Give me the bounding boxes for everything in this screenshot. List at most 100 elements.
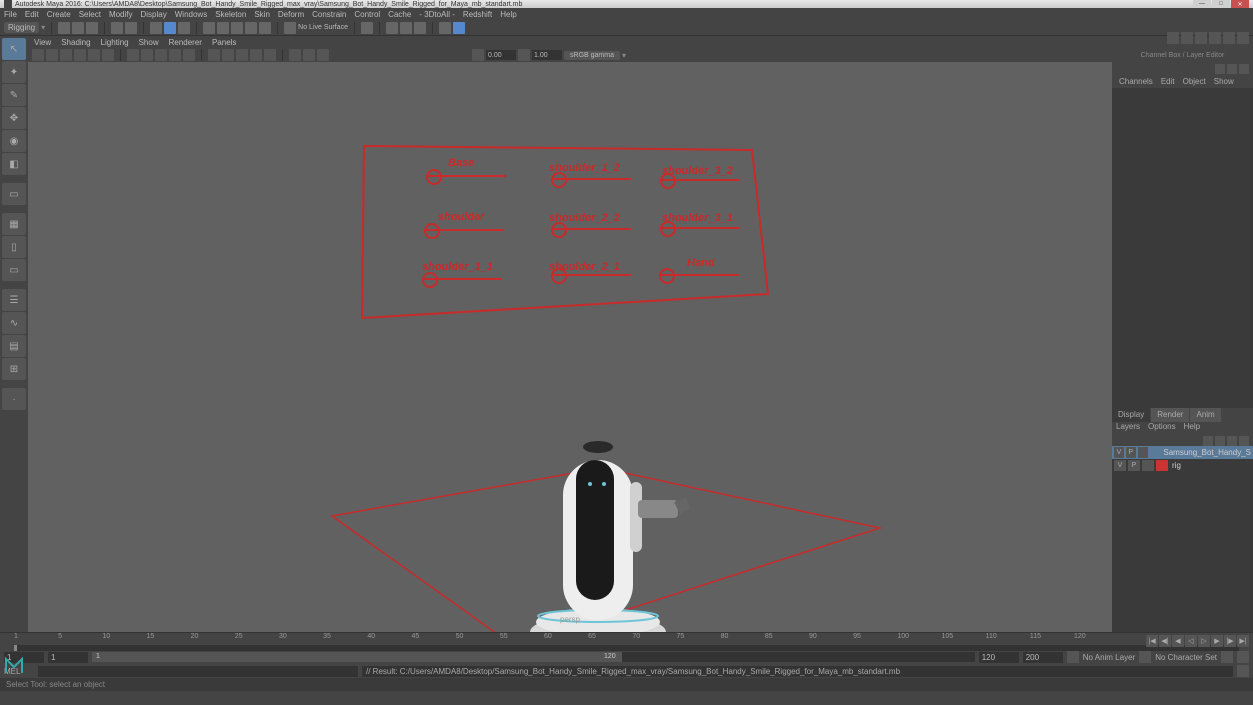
- outliner-icon[interactable]: ☰: [2, 289, 26, 311]
- range-end-outer[interactable]: [1023, 652, 1063, 663]
- gate-icon[interactable]: [155, 49, 167, 61]
- range-end-inner[interactable]: [979, 652, 1019, 663]
- shadow-icon[interactable]: [264, 49, 276, 61]
- colorspace-dropdown[interactable]: sRGB gamma: [564, 51, 620, 60]
- script-editor-icon[interactable]: [1237, 665, 1249, 677]
- dope-icon[interactable]: ▤: [2, 335, 26, 357]
- rig-slider-shoulder-1-2[interactable]: [551, 178, 631, 180]
- snap-grid-icon[interactable]: [203, 22, 215, 34]
- layout-single[interactable]: ▭: [2, 183, 26, 205]
- view-icon-1[interactable]: [88, 49, 100, 61]
- range-start-inner[interactable]: [48, 652, 88, 663]
- menu-windows[interactable]: Windows: [175, 10, 207, 19]
- layer-tab-display[interactable]: Display: [1112, 408, 1150, 422]
- layer-play[interactable]: P: [1126, 447, 1136, 458]
- workspace-icon-6[interactable]: [1237, 32, 1249, 44]
- layout-four[interactable]: ▦: [2, 213, 26, 235]
- rig-slider-shoulder-2-1[interactable]: [551, 274, 631, 276]
- panel-menu-view[interactable]: View: [34, 38, 51, 47]
- close-button[interactable]: ✕: [1231, 0, 1249, 8]
- render-icon[interactable]: [386, 22, 398, 34]
- chan-icon-2[interactable]: [1227, 64, 1237, 74]
- menu-redshift[interactable]: Redshift: [463, 10, 492, 19]
- time-cursor[interactable]: [14, 645, 17, 651]
- workspace-icon-3[interactable]: [1195, 32, 1207, 44]
- channel-tab-edit[interactable]: Edit: [1158, 76, 1178, 88]
- select-tool-icon[interactable]: [150, 22, 162, 34]
- layer-color[interactable]: [1156, 460, 1168, 471]
- graph-icon[interactable]: ∿: [2, 312, 26, 334]
- redo-icon[interactable]: [125, 22, 137, 34]
- maximize-button[interactable]: □: [1212, 0, 1230, 8]
- layer-play[interactable]: P: [1128, 460, 1140, 471]
- hyper-icon[interactable]: ⊞: [2, 358, 26, 380]
- menu-constrain[interactable]: Constrain: [312, 10, 346, 19]
- layer-tab-render[interactable]: Render: [1151, 408, 1189, 422]
- rig-label-shoulder[interactable]: shoulder: [438, 211, 484, 223]
- menu-modify[interactable]: Modify: [109, 10, 133, 19]
- menu-skeleton[interactable]: Skeleton: [215, 10, 246, 19]
- channel-tab-show[interactable]: Show: [1211, 76, 1237, 88]
- rig-slider-shoulder-2-2[interactable]: [551, 228, 631, 230]
- range-icon-2[interactable]: [1139, 651, 1151, 663]
- menu-cache[interactable]: Cache: [388, 10, 411, 19]
- image-plane-icon[interactable]: [74, 49, 86, 61]
- workspace-icon-5[interactable]: [1223, 32, 1235, 44]
- live-icon[interactable]: [284, 22, 296, 34]
- shelf-icon-c[interactable]: [453, 22, 465, 34]
- layer-vis[interactable]: V: [1114, 447, 1124, 458]
- menu-help[interactable]: Help: [500, 10, 516, 19]
- menu-create[interactable]: Create: [47, 10, 71, 19]
- cam-attr-icon[interactable]: [46, 49, 58, 61]
- goto-end-button[interactable]: ▶|: [1237, 635, 1249, 647]
- xray-joint-icon[interactable]: [317, 49, 329, 61]
- goto-start-button[interactable]: |◀: [1146, 635, 1158, 647]
- layer-icon-4[interactable]: [1239, 436, 1249, 446]
- new-scene-icon[interactable]: [58, 22, 70, 34]
- viewport[interactable]: Baseshoulder_1_2shoulder_3_2shouldershou…: [28, 62, 1112, 632]
- light-icon[interactable]: [250, 49, 262, 61]
- cmd-input[interactable]: [38, 666, 358, 677]
- step-forward-key-button[interactable]: |▶: [1224, 635, 1236, 647]
- rig-slider-hand[interactable]: [659, 274, 739, 276]
- snap-curve-icon[interactable]: [217, 22, 229, 34]
- wire-icon[interactable]: [208, 49, 220, 61]
- render-settings-icon[interactable]: [414, 22, 426, 34]
- paint-tool[interactable]: ✎: [2, 84, 26, 106]
- rig-label-hand[interactable]: Hand: [687, 257, 715, 269]
- snap-live-icon[interactable]: [259, 22, 271, 34]
- layout-two-h[interactable]: ▯: [2, 236, 26, 258]
- shelf-icon-a[interactable]: [361, 22, 373, 34]
- range-track[interactable]: 1 120: [92, 652, 975, 662]
- film-icon[interactable]: [141, 49, 153, 61]
- isolate-icon[interactable]: [289, 49, 301, 61]
- snap-plane-icon[interactable]: [245, 22, 257, 34]
- undo-icon[interactable]: [111, 22, 123, 34]
- layer-row[interactable]: VPrig: [1112, 459, 1253, 472]
- move-tool[interactable]: ✥: [2, 107, 26, 129]
- gamma-field[interactable]: [532, 50, 562, 60]
- ipr-icon[interactable]: [400, 22, 412, 34]
- layer-type[interactable]: [1138, 447, 1148, 458]
- lasso-tool[interactable]: ✦: [2, 61, 26, 83]
- panel-menu-show[interactable]: Show: [139, 38, 159, 47]
- view-icon-2[interactable]: [102, 49, 114, 61]
- misc-tool[interactable]: ·: [2, 388, 26, 410]
- lasso-tool-icon[interactable]: [164, 22, 176, 34]
- panel-menu-lighting[interactable]: Lighting: [101, 38, 129, 47]
- minimize-button[interactable]: —: [1193, 0, 1211, 8]
- save-scene-icon[interactable]: [86, 22, 98, 34]
- layer-icon-1[interactable]: [1203, 436, 1213, 446]
- workspace-icon-2[interactable]: [1181, 32, 1193, 44]
- rig-slider-shoulder[interactable]: [424, 229, 504, 231]
- layer-row[interactable]: VPSamsung_Bot_Handy_S: [1112, 446, 1253, 459]
- panel-menu-panels[interactable]: Panels: [212, 38, 236, 47]
- step-back-key-button[interactable]: ◀|: [1159, 635, 1171, 647]
- select-tool[interactable]: ↖: [2, 38, 26, 60]
- xray-icon[interactable]: [303, 49, 315, 61]
- layer-menu-options[interactable]: Options: [1148, 422, 1176, 434]
- prefs-icon[interactable]: [1237, 651, 1249, 663]
- layout-two-v[interactable]: ▭: [2, 259, 26, 281]
- anim-layer-dropdown[interactable]: No Anim Layer: [1083, 653, 1135, 662]
- play-back-button[interactable]: ◁: [1185, 635, 1197, 647]
